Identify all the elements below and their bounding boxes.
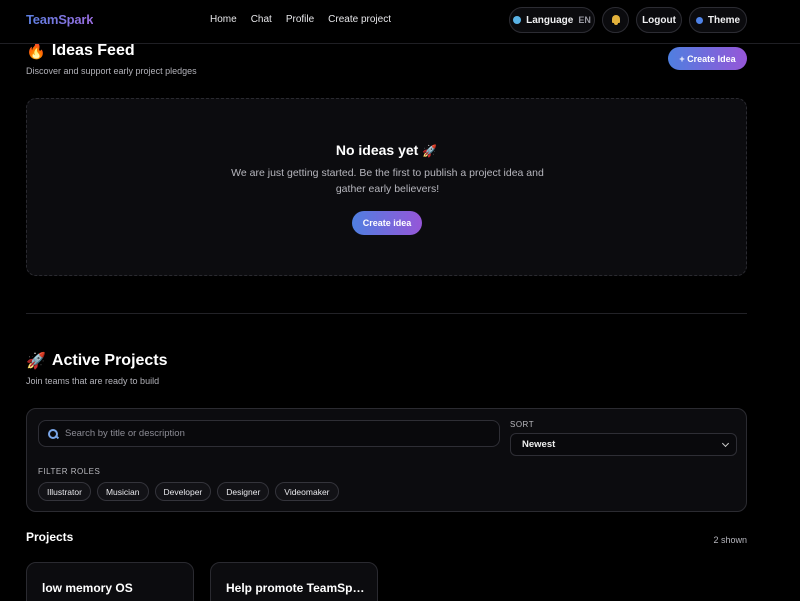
bell-icon bbox=[611, 15, 621, 25]
projects-count: 2 shown bbox=[713, 535, 747, 545]
search-icon bbox=[48, 428, 58, 439]
empty-state-create-idea-button[interactable]: Create idea bbox=[352, 211, 422, 235]
theme-button[interactable]: Theme bbox=[689, 7, 747, 33]
fire-icon: 🔥 bbox=[26, 43, 46, 60]
project-filter-panel: SORT Newest FILTER ROLES Illustrator Mus… bbox=[26, 408, 747, 512]
ideas-feed-title-text: Ideas Feed bbox=[51, 42, 135, 59]
logout-button[interactable]: Logout bbox=[636, 7, 682, 33]
notifications-button[interactable] bbox=[602, 7, 629, 33]
nav-link-chat[interactable]: Chat bbox=[251, 14, 272, 25]
project-card-title: Help promote TeamSpark bbox=[226, 581, 366, 595]
page: TeamSpark Home Chat Profile Create proje… bbox=[0, 0, 800, 601]
globe-icon bbox=[513, 16, 522, 24]
role-chip-musician[interactable]: Musician bbox=[96, 482, 149, 501]
brand-logo[interactable]: TeamSpark bbox=[26, 12, 94, 27]
nav-link-create-project[interactable]: Create project bbox=[328, 14, 391, 25]
role-chip-videomaker[interactable]: Videomaker bbox=[275, 482, 339, 501]
role-chip-developer[interactable]: Developer bbox=[154, 482, 212, 501]
ideas-empty-state: No ideas yet 🚀 We are just getting start… bbox=[26, 98, 747, 276]
nav-link-profile[interactable]: Profile bbox=[286, 14, 314, 25]
create-idea-button[interactable]: + Create Idea bbox=[668, 47, 747, 70]
nav-links: Home Chat Profile Create project bbox=[210, 14, 391, 25]
rocket-icon: 🚀 bbox=[422, 144, 438, 158]
sort-select[interactable]: Newest bbox=[510, 433, 737, 456]
chevron-down-icon bbox=[721, 439, 730, 448]
project-card-title: low memory OS bbox=[42, 581, 133, 595]
active-projects-subtitle: Join teams that are ready to build bbox=[26, 376, 160, 386]
active-projects-title-text: Active Projects bbox=[51, 352, 168, 369]
role-chip-designer[interactable]: Designer bbox=[217, 482, 270, 501]
project-card[interactable]: Help promote TeamSpark bbox=[210, 562, 378, 601]
projects-heading: Projects bbox=[26, 530, 74, 544]
sort-selected-value: Newest bbox=[522, 439, 556, 450]
ideas-feed-title: 🔥 Ideas Feed bbox=[26, 41, 135, 61]
language-code: EN bbox=[578, 15, 591, 25]
theme-dot-icon bbox=[695, 16, 703, 24]
empty-state-title-text: No ideas yet bbox=[335, 142, 419, 158]
active-projects-title: 🚀 Active Projects bbox=[26, 351, 168, 371]
role-chips: Illustrator Musician Developer Designer … bbox=[38, 482, 339, 501]
language-label: Language bbox=[526, 14, 574, 26]
nav-link-home[interactable]: Home bbox=[210, 14, 237, 25]
ideas-feed-subtitle: Discover and support early project pledg… bbox=[26, 66, 197, 76]
project-card[interactable]: low memory OS bbox=[26, 562, 194, 601]
rocket-icon: 🚀 bbox=[26, 353, 46, 370]
theme-label: Theme bbox=[707, 14, 741, 26]
top-navbar: TeamSpark Home Chat Profile Create proje… bbox=[0, 0, 800, 44]
sort-label: SORT bbox=[510, 420, 535, 429]
empty-state-title: No ideas yet 🚀 bbox=[27, 142, 746, 158]
search-input[interactable] bbox=[65, 428, 485, 439]
section-divider bbox=[26, 313, 747, 314]
filter-roles-label: FILTER ROLES bbox=[38, 467, 101, 476]
language-button[interactable]: Language EN bbox=[509, 7, 595, 33]
role-chip-illustrator[interactable]: Illustrator bbox=[38, 482, 91, 501]
search-box[interactable] bbox=[38, 420, 500, 447]
empty-state-text: We are just getting started. Be the firs… bbox=[231, 167, 544, 195]
